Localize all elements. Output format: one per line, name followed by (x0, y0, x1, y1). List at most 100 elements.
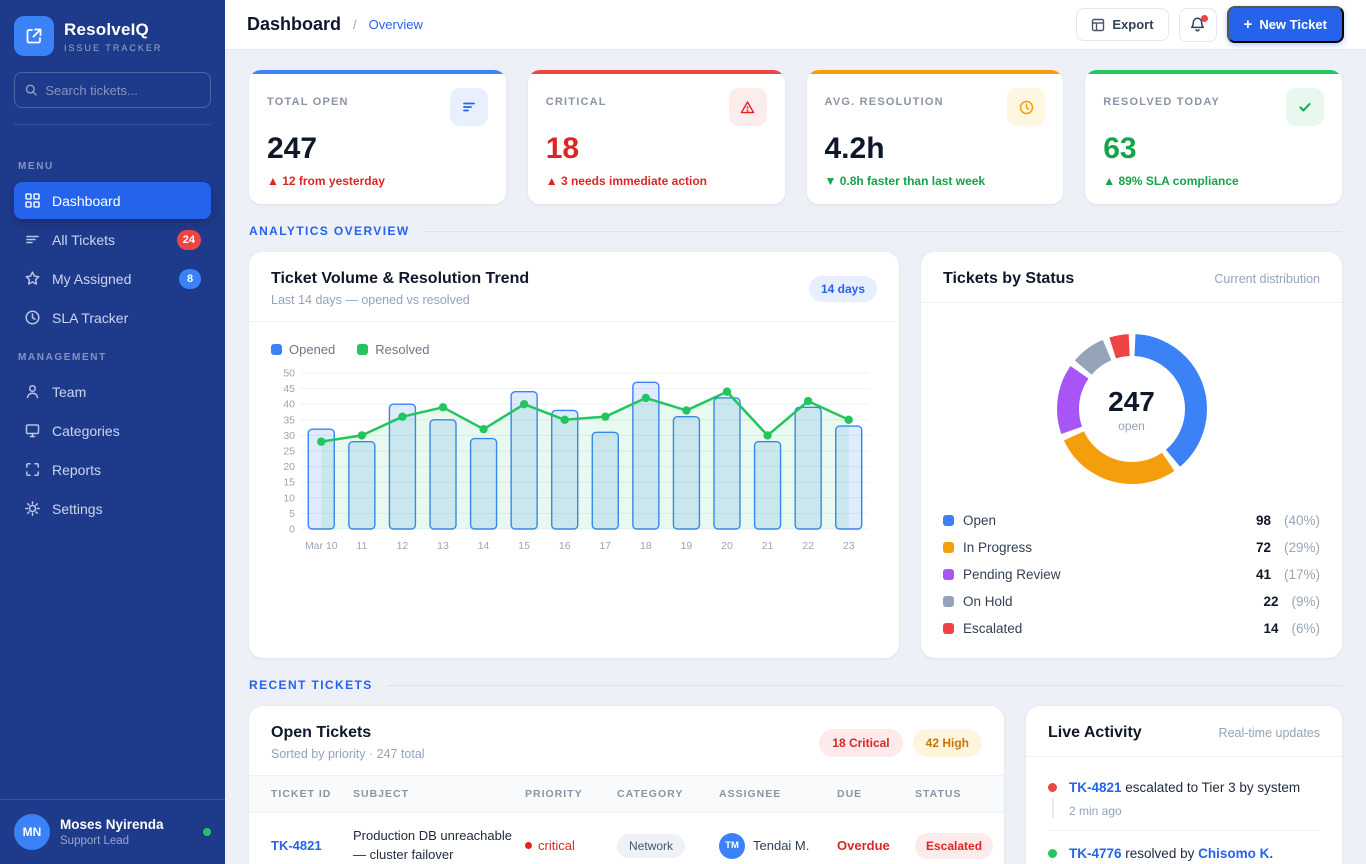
assignee-name: Tendai M. (753, 838, 809, 853)
breadcrumb-overview-link[interactable]: Overview (369, 17, 423, 32)
search-box[interactable] (14, 72, 211, 108)
ticket-list-icon (24, 231, 41, 248)
all-tickets-count-badge: 24 (177, 230, 201, 250)
col-category[interactable]: CATEGORY (617, 788, 709, 800)
new-ticket-button[interactable]: + New Ticket (1227, 6, 1344, 43)
stat-label: TOTAL OPEN (267, 96, 349, 108)
card-accent (249, 70, 506, 74)
sidebar-item-dashboard[interactable]: Dashboard (14, 182, 211, 219)
legend-row-pending-review: Pending Review 41 (17%) (943, 561, 1320, 588)
open-tickets-subtitle: Sorted by priority · 247 total (271, 747, 425, 761)
ticket-id-link[interactable]: TK-4821 (271, 838, 343, 853)
legend-label: Pending Review (963, 567, 1061, 582)
status-donut-chart: 247 open (1044, 321, 1220, 497)
col-due[interactable]: DUE (837, 788, 905, 800)
management-section-label: MANAGEMENT (18, 352, 207, 363)
critical-filter-chip[interactable]: 18 Critical (819, 729, 902, 757)
svg-text:16: 16 (559, 540, 571, 552)
svg-text:11: 11 (356, 540, 367, 552)
stat-label: CRITICAL (546, 96, 607, 108)
ticket-due: Overdue (837, 838, 905, 853)
live-activity-card: Live Activity Real-time updates TK-4821 (1026, 706, 1342, 864)
stat-card-resolved-today: RESOLVED TODAY 63 ▲ 89% SLA compliance (1085, 70, 1342, 204)
sidebar-item-all-tickets[interactable]: All Tickets 24 (14, 221, 211, 258)
export-icon (1091, 18, 1105, 32)
breadcrumb-separator: / (353, 17, 357, 32)
search-icon (25, 83, 37, 97)
trend-chart-title: Ticket Volume & Resolution Trend (271, 270, 529, 288)
legend-value: 41 (1256, 567, 1271, 582)
ticket-subject: Production DB unreachable — cluster fail… (353, 827, 515, 864)
col-subject[interactable]: SUBJECT (353, 788, 515, 800)
col-priority[interactable]: PRIORITY (525, 788, 607, 800)
stat-delta: ▲ 12 from yesterday (267, 174, 488, 188)
legend-value: 22 (1263, 594, 1278, 609)
sidebar-item-team[interactable]: Team (14, 373, 211, 410)
legend-resolved: Resolved (357, 342, 429, 357)
svg-text:17: 17 (599, 540, 611, 552)
app-tagline: ISSUE TRACKER (64, 43, 162, 53)
export-label: Export (1112, 17, 1153, 32)
high-filter-chip[interactable]: 42 High (913, 729, 982, 757)
user-profile[interactable]: MN Moses Nyirenda Support Lead (0, 799, 225, 864)
notification-dot (1201, 15, 1208, 22)
app-name: ResolveIQ (64, 20, 162, 40)
notifications-button[interactable] (1179, 8, 1217, 42)
activity-ticket-link[interactable]: TK-4776 (1069, 846, 1122, 861)
activity-item: TK-4821 escalated to Tier 3 by system 2 … (1048, 765, 1320, 831)
table-row[interactable]: TK-4821 Production DB unreachable — clus… (249, 813, 1004, 864)
svg-text:35: 35 (283, 414, 295, 426)
priority-dot (525, 842, 532, 849)
open-tickets-card: Open Tickets Sorted by priority · 247 to… (249, 706, 1004, 864)
search-input[interactable] (45, 83, 200, 98)
col-status[interactable]: STATUS (915, 788, 1003, 800)
clock-icon (24, 309, 41, 326)
legend-label: Escalated (963, 621, 1022, 636)
user-avatar: MN (14, 814, 50, 850)
legend-value: 72 (1256, 540, 1271, 555)
sidebar-item-reports[interactable]: Reports (14, 451, 211, 488)
svg-text:22: 22 (802, 540, 814, 552)
sidebar-item-label: Dashboard (52, 193, 201, 209)
sidebar-item-categories[interactable]: Categories (14, 412, 211, 449)
person-icon (24, 383, 41, 400)
monitor-icon (24, 422, 41, 439)
my-assigned-count-badge: 8 (179, 269, 201, 289)
card-accent (807, 70, 1064, 74)
stat-card-critical: CRITICAL 18 ▲ 3 needs immediate action (528, 70, 785, 204)
activity-actor-link[interactable]: Chisomo K. (1198, 846, 1273, 861)
sidebar-item-my-assigned[interactable]: My Assigned 8 (14, 260, 211, 297)
svg-text:21: 21 (762, 540, 774, 552)
legend-label: In Progress (963, 540, 1032, 555)
activity-dot (1048, 783, 1057, 792)
sidebar-nav: MENU Dashboard All Tickets 24 My (0, 139, 225, 529)
sidebar-item-sla-tracker[interactable]: SLA Tracker (14, 299, 211, 336)
warning-icon (729, 88, 767, 126)
legend-value: 98 (1256, 513, 1271, 528)
col-ticket-id[interactable]: TICKET ID (271, 788, 343, 800)
activity-text: TK-4776 resolved by Chisomo K. (1069, 845, 1273, 864)
legend-opened-label: Opened (289, 342, 335, 357)
plus-icon: + (1244, 16, 1253, 33)
legend-value: 14 (1263, 621, 1278, 636)
legend-opened: Opened (271, 342, 335, 357)
stat-value: 18 (546, 132, 767, 166)
status-donut-card: Tickets by Status Current distribution 2… (921, 252, 1342, 658)
donut-center-value: 247 (1108, 386, 1155, 418)
stat-delta: ▼ 0.8h faster than last week (825, 174, 1046, 188)
section-divider (424, 231, 1342, 232)
status-legend: Open 98 (40%) In Progress 72 (29%) (921, 503, 1342, 658)
svg-text:18: 18 (640, 540, 652, 552)
col-assignee[interactable]: ASSIGNEE (719, 788, 827, 800)
stat-card-total-open: TOTAL OPEN 247 ▲ 12 from yesterday (249, 70, 506, 204)
card-accent (528, 70, 785, 74)
export-button[interactable]: Export (1076, 8, 1168, 41)
swatch-in-progress (943, 542, 954, 553)
check-icon (1286, 88, 1324, 126)
ticket-assignee: TM Tendai M. (719, 833, 827, 859)
sidebar-item-settings[interactable]: Settings (14, 490, 211, 527)
section-divider (387, 685, 1342, 686)
range-selector-badge[interactable]: 14 days (809, 276, 877, 302)
activity-ticket-link[interactable]: TK-4821 (1069, 780, 1122, 795)
live-activity-subtitle: Real-time updates (1219, 726, 1320, 740)
